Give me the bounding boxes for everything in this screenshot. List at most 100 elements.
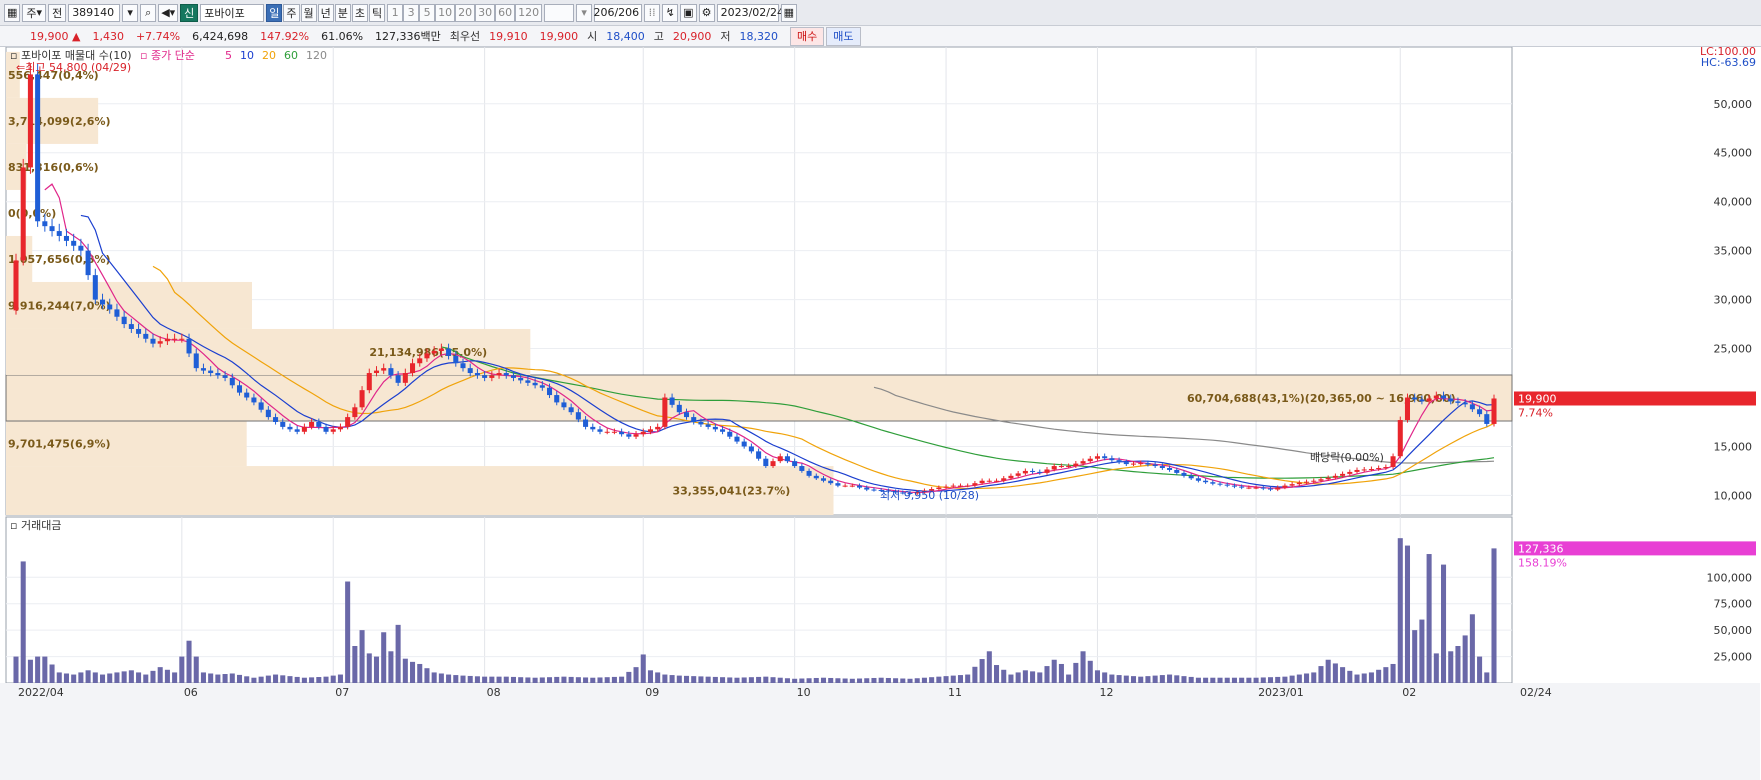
- volume-bar: [410, 661, 416, 683]
- volume-bar: [121, 671, 127, 683]
- candle-body: [20, 167, 26, 261]
- volume-bar: [590, 677, 596, 683]
- candle-body: [1404, 397, 1411, 421]
- volume-bar: [965, 674, 971, 683]
- candle-body: [330, 429, 336, 432]
- volume-bar: [662, 674, 668, 683]
- ma-legend-label: ▫ 종가 단순: [140, 49, 195, 62]
- volume-bar: [251, 677, 257, 683]
- tab-4[interactable]: 분: [334, 3, 351, 22]
- candle-body: [1455, 401, 1461, 403]
- candle-body: [13, 260, 19, 311]
- candle-body: [640, 431, 646, 435]
- volume-bar: [1116, 675, 1122, 683]
- volume-bar: [446, 674, 452, 683]
- volume-bar: [1037, 672, 1043, 683]
- tab-6[interactable]: 틱: [369, 3, 386, 22]
- x-axis-tick: 07: [335, 686, 349, 699]
- volume-bar: [56, 672, 62, 683]
- candle-body: [352, 407, 358, 418]
- scroll-start-icon[interactable]: ⁞⁞: [644, 3, 661, 22]
- candle-body: [1332, 475, 1338, 478]
- volume-bar: [1318, 666, 1324, 683]
- crosshair-icon[interactable]: ↯: [662, 3, 679, 22]
- volume-bar: [792, 678, 798, 683]
- volume-bar: [172, 672, 178, 683]
- x-axis-tick: 06: [184, 686, 198, 699]
- period-unit-select[interactable]: 주 ▾: [22, 3, 47, 22]
- candle-body: [727, 431, 733, 437]
- stock-name-field[interactable]: 포바이포: [200, 3, 265, 22]
- interval-1[interactable]: 1: [387, 3, 404, 22]
- candle-body: [842, 485, 848, 487]
- date-value: 2023/02/24: [720, 6, 784, 19]
- volume-bar: [575, 677, 581, 683]
- candle-body: [251, 397, 257, 403]
- volume-bar: [611, 676, 617, 683]
- candle-body: [236, 385, 243, 393]
- market-select[interactable]: 전: [48, 3, 67, 22]
- gear-icon[interactable]: ⚙: [698, 3, 715, 22]
- tab-2[interactable]: 월: [300, 3, 317, 22]
- volume-bar: [849, 678, 855, 683]
- tab-5[interactable]: 초: [351, 3, 369, 22]
- candle-body: [590, 426, 596, 430]
- volume-bar: [193, 656, 199, 683]
- code-dropdown-icon[interactable]: ▾: [122, 3, 139, 22]
- volume-bar: [1195, 677, 1201, 683]
- volume-bar: [330, 675, 336, 683]
- interval-5[interactable]: 5: [419, 3, 436, 22]
- interval-10[interactable]: 10: [435, 3, 456, 22]
- volume-bar: [1419, 619, 1425, 683]
- candle-body: [979, 480, 985, 484]
- stock-code-input[interactable]: 389140: [68, 3, 121, 22]
- candle-body: [1001, 478, 1007, 481]
- interval-120[interactable]: 120: [515, 3, 543, 22]
- buy-button[interactable]: 매수: [790, 26, 825, 46]
- candle-body: [647, 429, 653, 432]
- save-icon[interactable]: ▣: [680, 3, 697, 22]
- search-icon[interactable]: ⌕: [140, 3, 157, 22]
- volume-bar: [748, 677, 754, 683]
- volume-bar: [20, 561, 26, 683]
- volume-bar: [994, 665, 1000, 683]
- candle-body: [1030, 470, 1036, 472]
- bar-count-field[interactable]: 206/206: [593, 3, 643, 22]
- candle-body: [820, 478, 827, 481]
- speaker-icon[interactable]: ◀▾: [158, 3, 179, 22]
- volume-bar: [893, 678, 899, 683]
- volume-bar: [1167, 674, 1173, 683]
- x-axis-tick: 11: [948, 686, 962, 699]
- volume-bar: [676, 675, 682, 683]
- interval-custom-input[interactable]: [544, 3, 575, 22]
- candle-body: [777, 456, 783, 462]
- tab-3[interactable]: 년: [317, 3, 334, 22]
- chart-settings-icon[interactable]: ▦: [4, 3, 21, 22]
- volume-bar: [71, 674, 77, 683]
- volume-bar: [381, 632, 387, 683]
- sell-button[interactable]: 매도: [826, 26, 861, 46]
- volume-bar: [1145, 676, 1151, 683]
- candle-body: [410, 363, 416, 374]
- tab-0[interactable]: 일: [266, 3, 283, 22]
- tab-1[interactable]: 주: [283, 3, 300, 22]
- candle-body: [1325, 477, 1331, 480]
- volume-bar: [35, 656, 41, 683]
- interval-60[interactable]: 60: [495, 3, 516, 22]
- candle-body: [128, 324, 134, 329]
- calendar-icon[interactable]: ▦: [780, 3, 797, 22]
- date-input[interactable]: 2023/02/24: [716, 3, 784, 22]
- volume-bar: [633, 667, 639, 683]
- interval-30[interactable]: 30: [475, 3, 496, 22]
- volume-bar: [222, 674, 228, 683]
- candle-body: [1318, 479, 1324, 481]
- candle-body: [986, 480, 992, 482]
- candle-body: [1275, 487, 1281, 490]
- candle-body: [583, 419, 589, 427]
- volume-bar: [1462, 635, 1468, 683]
- interval-3[interactable]: 3: [403, 3, 420, 22]
- stock-chart[interactable]: 33,355,041(23.7%)9,701,475(6,9%)60,704,6…: [0, 47, 1761, 780]
- period-unit-label: 주: [26, 6, 37, 20]
- interval-20[interactable]: 20: [455, 3, 476, 22]
- interval-dropdown-icon[interactable]: ▾: [576, 3, 593, 22]
